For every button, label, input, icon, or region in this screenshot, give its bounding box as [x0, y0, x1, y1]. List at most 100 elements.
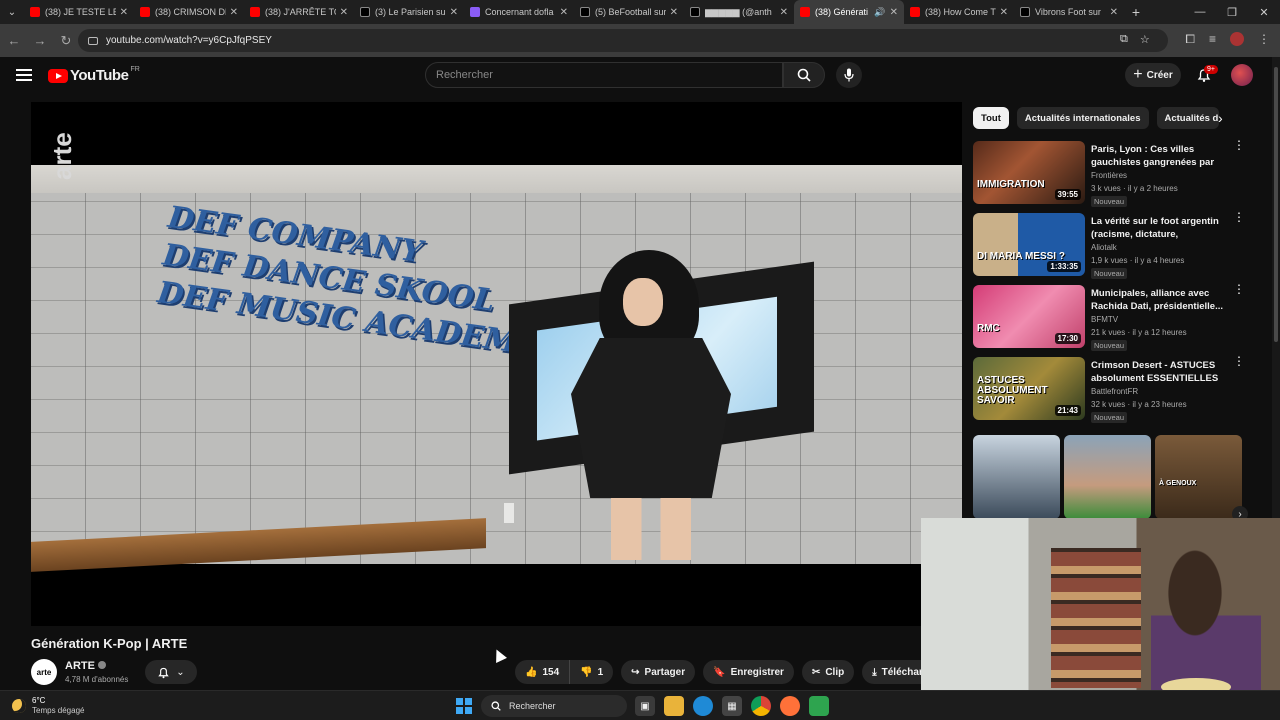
short-thumbnail[interactable] [1064, 435, 1151, 519]
browser-tab[interactable]: (38) JE TESTE LE M ✕ [24, 0, 134, 24]
browser-menu-icon[interactable]: ⋮ [1258, 32, 1270, 47]
address-bar[interactable]: youtube.com/watch?v=y6CpJfqPSEY [78, 29, 1168, 52]
save-button[interactable]: 🔖 Enregistrer [703, 660, 794, 684]
browser-tab[interactable]: (38) J'ARRÊTE TO ✕ [244, 0, 354, 24]
task-view-icon[interactable]: ▣ [635, 696, 655, 716]
channel-avatar[interactable]: arte [31, 659, 57, 685]
browser-tab[interactable]: Vibrons Foot sur ✕ [1014, 0, 1124, 24]
recommended-channel[interactable]: Aliotalk [1091, 243, 1117, 252]
recommended-channel[interactable]: Frontières [1091, 171, 1127, 180]
recommended-title[interactable]: Paris, Lyon : Ces villes gauchistes gang… [1091, 143, 1223, 169]
browser-tab[interactable]: ▆▆▆▆▆ (@anth ✕ [684, 0, 794, 24]
close-tab-icon[interactable]: ✕ [560, 7, 568, 18]
extensions-icon[interactable]: ⧠ [1185, 32, 1195, 47]
recommended-video[interactable]: DI MARIA MESSI ? 1:33:35 La vérité sur le… [973, 211, 1245, 279]
share-button[interactable]: ↪ Partager [621, 660, 696, 684]
file-explorer-icon[interactable] [664, 696, 684, 716]
create-button[interactable]: + Créer [1125, 63, 1181, 87]
short-thumbnail[interactable]: À GENOUX [1155, 435, 1242, 519]
site-info-icon[interactable] [88, 36, 98, 45]
close-tab-icon[interactable]: ✕ [230, 7, 238, 18]
chevron-down-icon: ⌄ [176, 666, 185, 678]
search-icon [797, 68, 811, 82]
more-options-icon[interactable]: ⋮ [1233, 355, 1245, 367]
minimize-icon[interactable]: — [1184, 0, 1216, 24]
tab-title: (38) How Come T [925, 7, 996, 17]
profile-avatar[interactable] [1230, 32, 1244, 46]
video-player[interactable]: DEF COMPANY DEF DANCE SKOOL DEF MUSIC AC… [31, 102, 962, 626]
bookmark-star-icon[interactable]: ☆ [1140, 33, 1150, 46]
browser-tab[interactable]: (5) BeFootball sur ✕ [574, 0, 684, 24]
video-thumbnail[interactable]: IMMIGRATION 39:55 [973, 141, 1085, 204]
like-button[interactable]: 👍 154 [515, 660, 571, 684]
menu-icon[interactable] [16, 69, 32, 81]
clip-label: Clip [825, 666, 845, 678]
browser-tab[interactable]: (38) How Come T ✕ [904, 0, 1014, 24]
x-icon [1020, 7, 1030, 17]
youtube-logo[interactable]: YouTube FR [48, 66, 140, 84]
install-icon[interactable]: ⧉ [1120, 33, 1128, 46]
firefox-icon[interactable] [780, 696, 800, 716]
thumbnail-text: ASTUCES ABSOLUMENT SAVOIR [977, 375, 1048, 406]
media-icon[interactable]: ≡ [1209, 32, 1216, 47]
browser-tab[interactable]: Concernant dofla ✕ [464, 0, 574, 24]
chevron-right-icon[interactable]: › [1218, 110, 1223, 126]
browser-tab[interactable]: (38) CRIMSON DE ✕ [134, 0, 244, 24]
recommended-title[interactable]: La vérité sur le foot argentin (racisme,… [1091, 215, 1223, 241]
close-tab-icon[interactable]: ✕ [780, 7, 788, 18]
dislike-button[interactable]: 👎 1 [570, 660, 614, 684]
video-duration: 17:30 [1054, 333, 1081, 344]
chip-international-news[interactable]: Actualités internationales [1016, 107, 1149, 129]
more-options-icon[interactable]: ⋮ [1233, 211, 1245, 223]
channel-name[interactable]: ARTE [65, 660, 106, 672]
close-tab-icon[interactable]: ✕ [670, 7, 678, 18]
recommended-video[interactable]: RMC 17:30 Municipales, alliance avec Rach… [973, 283, 1245, 351]
more-options-icon[interactable]: ⋮ [1233, 139, 1245, 151]
account-avatar[interactable] [1231, 64, 1253, 86]
forward-icon[interactable]: → [28, 29, 52, 53]
new-tab-button[interactable]: + [1124, 4, 1148, 20]
store-icon[interactable]: ▦ [722, 696, 742, 716]
recommended-channel[interactable]: BFMTV [1091, 315, 1118, 324]
speaker-icon[interactable]: 🔊 [874, 7, 885, 18]
taskbar-search[interactable]: Rechercher [481, 695, 627, 717]
video-thumbnail[interactable]: ASTUCES ABSOLUMENT SAVOIR 21:43 [973, 357, 1085, 420]
weather-widget[interactable]: 6°C Temps dégagé [12, 696, 84, 716]
search-button[interactable] [783, 62, 825, 88]
chip-all[interactable]: Tout [973, 107, 1009, 129]
close-window-icon[interactable]: ✕ [1248, 0, 1280, 24]
maximize-icon[interactable]: ❐ [1216, 0, 1248, 24]
close-tab-icon[interactable]: ✕ [1000, 7, 1008, 18]
recommended-title[interactable]: Municipales, alliance avec Rachida Dati,… [1091, 287, 1223, 313]
subscription-bell-button[interactable]: ⌄ [145, 660, 197, 684]
close-tab-icon[interactable]: ✕ [120, 7, 128, 18]
reload-icon[interactable]: ↻ [54, 29, 78, 53]
back-icon[interactable]: ← [2, 29, 26, 53]
clip-button[interactable]: ✂ Clip [801, 660, 855, 684]
webcam-overlay [921, 518, 1280, 696]
tab-search-icon[interactable]: ⌄ [0, 0, 24, 24]
recommended-channel[interactable]: BattlefrontFR [1091, 387, 1138, 396]
short-thumbnail[interactable] [973, 435, 1060, 519]
video-thumbnail[interactable]: RMC 17:30 [973, 285, 1085, 348]
voice-search-button[interactable] [836, 62, 862, 88]
edge-icon[interactable] [693, 696, 713, 716]
close-tab-icon[interactable]: ✕ [1110, 7, 1118, 18]
recommended-video[interactable]: ASTUCES ABSOLUMENT SAVOIR 21:43 Crimson D… [973, 355, 1245, 423]
chrome-icon[interactable] [751, 696, 771, 716]
video-thumbnail[interactable]: DI MARIA MESSI ? 1:33:35 [973, 213, 1085, 276]
recommended-video[interactable]: IMMIGRATION 39:55 Paris, Lyon : Ces ville… [973, 139, 1245, 207]
windows-start-icon[interactable] [456, 698, 472, 714]
close-tab-icon[interactable]: ✕ [890, 7, 898, 18]
scrollbar-thumb[interactable] [1274, 67, 1278, 342]
app-icon[interactable] [809, 696, 829, 716]
close-tab-icon[interactable]: ✕ [450, 7, 458, 18]
search-input[interactable]: Rechercher [425, 62, 783, 88]
close-tab-icon[interactable]: ✕ [340, 7, 348, 18]
like-count: 154 [542, 666, 560, 678]
browser-tab[interactable]: (3) Le Parisien sur ✕ [354, 0, 464, 24]
browser-tab-active[interactable]: (38) Générati 🔊 ✕ [794, 0, 904, 24]
recommended-title[interactable]: Crimson Desert - ASTUCES absolument ESSE… [1091, 359, 1223, 385]
chip-news[interactable]: Actualités di [1156, 107, 1219, 129]
more-options-icon[interactable]: ⋮ [1233, 283, 1245, 295]
